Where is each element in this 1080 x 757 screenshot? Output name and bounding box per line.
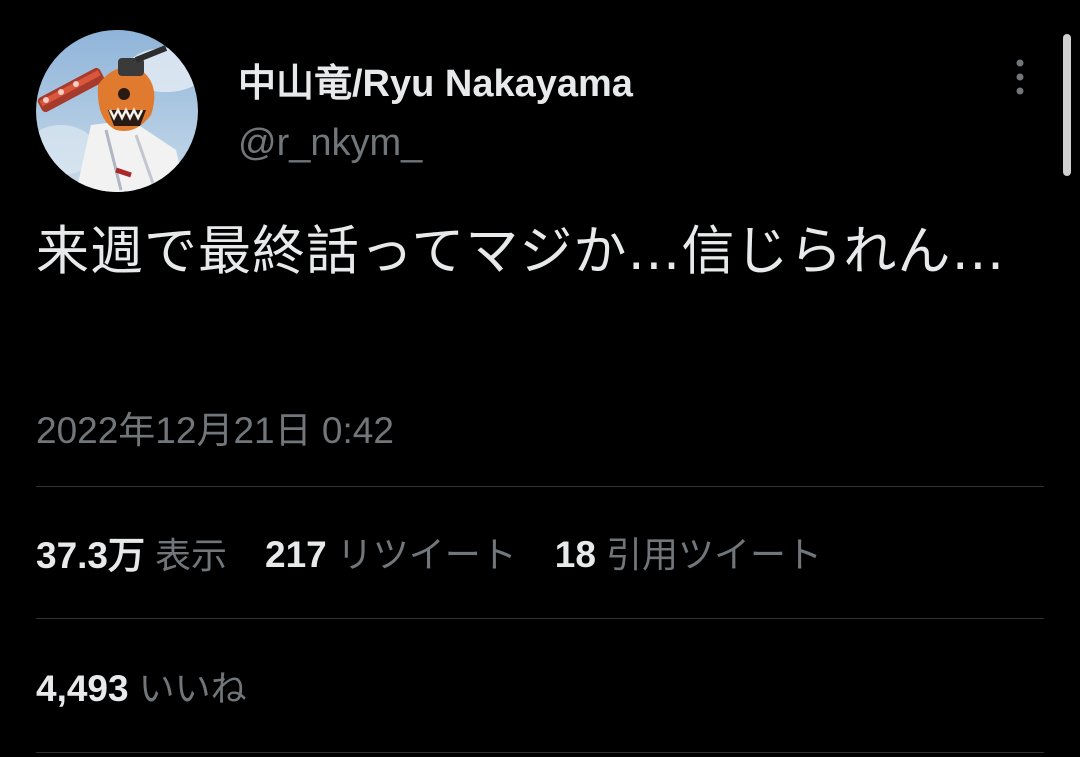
likes-count: 4,493	[36, 668, 129, 709]
stats-row: 37.3万 表示 217 リツイート 18 引用ツイート	[36, 524, 860, 580]
divider	[36, 618, 1044, 619]
tweet-timestamp[interactable]: 2022年12月21日 0:42	[36, 400, 394, 454]
views-count: 37.3万	[36, 535, 146, 576]
quotes-stat[interactable]: 18 引用ツイート	[555, 526, 822, 578]
likes-row[interactable]: 4,493 いいね	[36, 658, 285, 714]
scrollbar[interactable]	[1063, 34, 1071, 176]
likes-label: いいね	[138, 669, 247, 710]
author-handle[interactable]: @r_nkym_	[238, 122, 422, 165]
tweet-text: 来週で最終話ってマジか…信じられん…	[36, 221, 1006, 282]
likes-stat[interactable]: 4,493 いいね	[36, 660, 247, 712]
retweets-count: 217	[265, 534, 327, 575]
more-options-button[interactable]	[1000, 52, 1040, 102]
author-display-name[interactable]: 中山竜/Ryu Nakayama	[238, 52, 633, 107]
avatar[interactable]	[36, 30, 198, 192]
divider	[36, 752, 1044, 753]
retweets-stat[interactable]: 217 リツイート	[265, 526, 517, 578]
divider	[36, 486, 1044, 487]
retweets-label: リツイート	[336, 535, 517, 576]
chainsaw-man-avatar-icon	[36, 30, 198, 192]
views-label: 表示	[155, 536, 228, 577]
views-stat[interactable]: 37.3万 表示	[36, 525, 227, 579]
quotes-count: 18	[554, 534, 596, 575]
quotes-label: 引用ツイート	[605, 535, 822, 576]
more-vertical-icon	[1016, 59, 1024, 95]
